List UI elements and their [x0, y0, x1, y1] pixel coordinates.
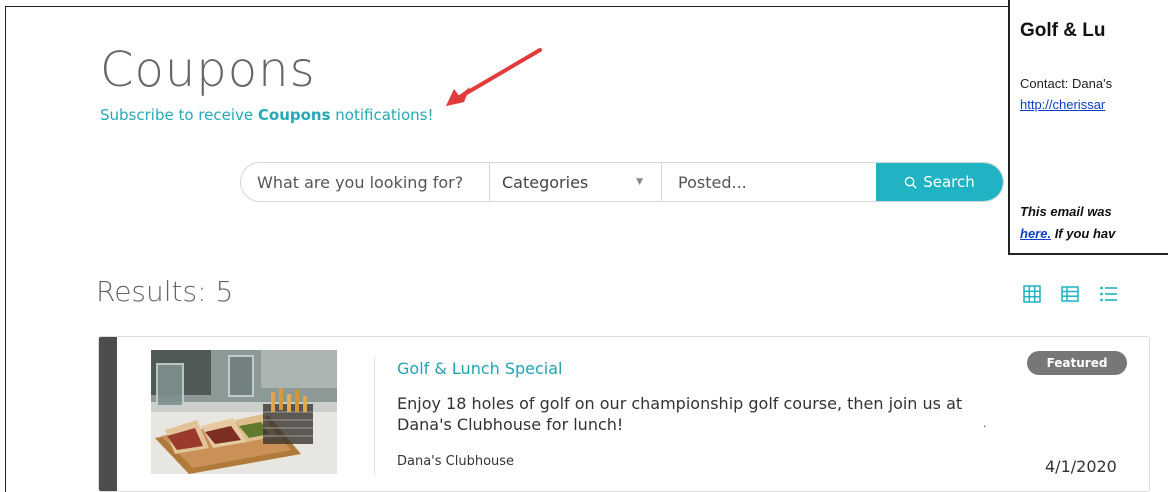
email-preview-title: Golf & Lu [1020, 20, 1106, 41]
search-bar: What are you looking for? Categories ▼ P… [240, 162, 1004, 202]
search-icon [904, 176, 917, 189]
subscribe-link[interactable]: Subscribe to receive Coupons notificatio… [100, 106, 433, 124]
posted-date-placeholder: Posted... [678, 172, 747, 192]
email-preview-here-link[interactable]: here. [1020, 226, 1051, 241]
email-preview-panel: Golf & Lu Contact: Dana's http://cheriss… [1008, 0, 1168, 255]
subscribe-suffix: notifications! [330, 106, 434, 124]
subscribe-prefix: Subscribe to receive [100, 106, 258, 124]
list-view-icon[interactable] [1098, 284, 1118, 304]
posted-date-input[interactable]: Posted... [662, 163, 876, 201]
table-view-icon[interactable] [1060, 284, 1080, 304]
listing-dot: . [983, 416, 987, 430]
email-preview-note-line1: This email was [1020, 204, 1112, 219]
search-keyword-placeholder: What are you looking for? [257, 172, 464, 192]
card-accent-bar [99, 337, 117, 491]
email-preview-note-line2: here. If you hav [1020, 226, 1115, 241]
annotation-arrow-icon [446, 48, 542, 106]
listing-title[interactable]: Golf & Lunch Special [397, 359, 563, 378]
category-select[interactable]: Categories ▼ [490, 163, 662, 201]
listing-image[interactable] [151, 350, 337, 474]
search-button-label: Search [923, 173, 975, 191]
category-select-value: Categories [502, 172, 589, 192]
listing-date: 4/1/2020 [1045, 457, 1117, 476]
search-button[interactable]: Search [876, 163, 1003, 201]
page-title: Coupons [100, 42, 316, 98]
view-toggle [1022, 284, 1118, 304]
search-keyword-input[interactable]: What are you looking for? [241, 163, 490, 201]
results-count: Results: 5 [96, 275, 234, 308]
email-preview-note-rest: If you hav [1051, 226, 1116, 241]
grid-view-icon[interactable] [1022, 284, 1042, 304]
subscribe-bold: Coupons [257, 106, 331, 124]
listing-description: Enjoy 18 holes of golf on our championsh… [397, 394, 963, 434]
chevron-down-icon: ▼ [636, 177, 643, 187]
listing-business[interactable]: Dana's Clubhouse [397, 454, 514, 469]
email-preview-link[interactable]: http://cherissar [1020, 97, 1105, 112]
card-divider [374, 357, 375, 475]
featured-badge: Featured [1027, 351, 1127, 375]
listing-card[interactable]: Golf & Lunch Special Enjoy 18 holes of g… [98, 336, 1150, 492]
email-preview-contact: Contact: Dana's [1020, 76, 1113, 91]
